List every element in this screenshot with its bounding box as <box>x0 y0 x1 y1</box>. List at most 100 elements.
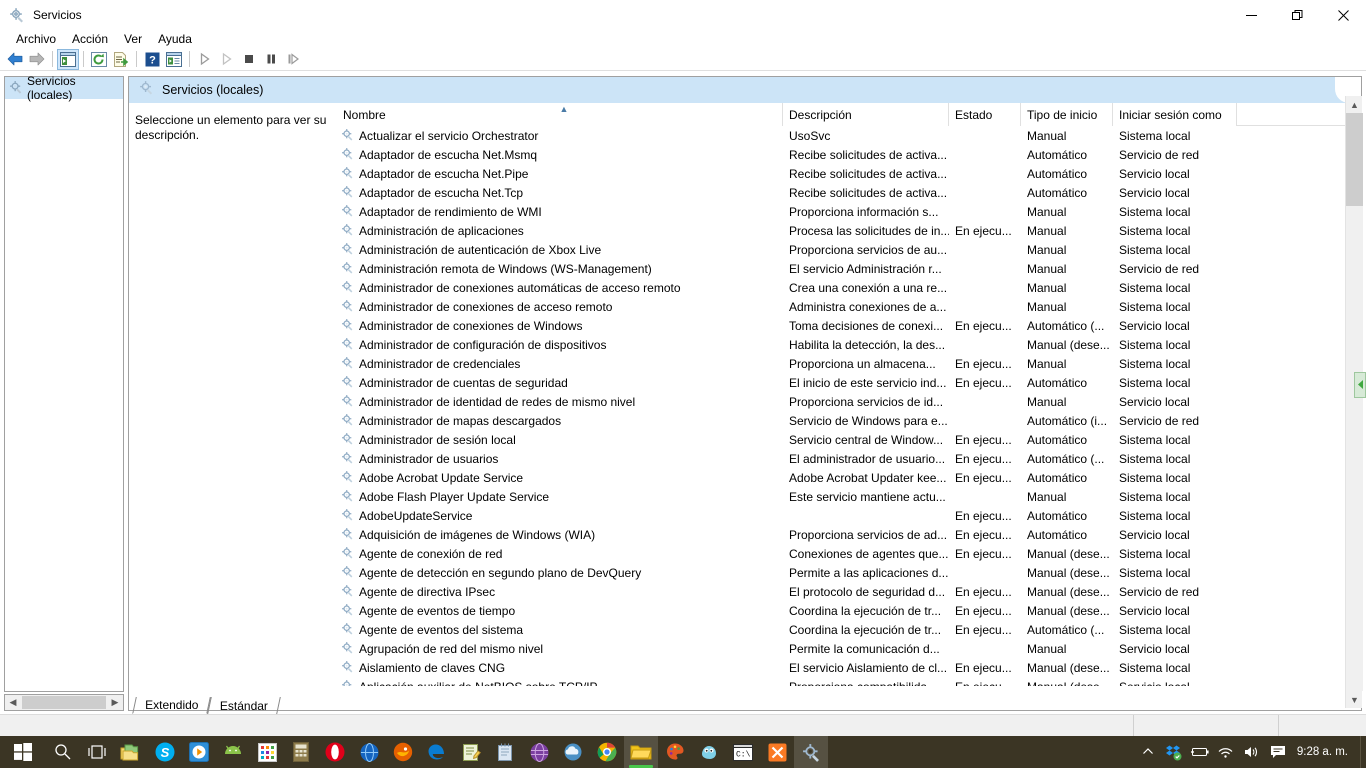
collapse-pane-tab[interactable] <box>1354 372 1366 398</box>
resume-service-button[interactable] <box>216 49 238 70</box>
table-row[interactable]: Administrador de sesión local Servicio ce… <box>337 430 1361 449</box>
table-row[interactable]: Agente de directiva IPsec El protocolo de… <box>337 582 1361 601</box>
table-row[interactable]: Agente de detección en segundo plano de … <box>337 563 1361 582</box>
app-grid[interactable] <box>250 736 284 768</box>
list-vertical-scrollbar[interactable]: ▲ ▼ <box>1345 96 1363 708</box>
tree-item-servicios-locales[interactable]: Servicios (locales) <box>5 74 123 102</box>
dropbox-tray-icon[interactable] <box>1161 736 1187 768</box>
gimp-app[interactable] <box>692 736 726 768</box>
table-row[interactable]: Administrador de conexiones de acceso re… <box>337 297 1361 316</box>
table-row[interactable]: Adaptador de rendimiento de WMI Proporcio… <box>337 202 1361 221</box>
table-row[interactable]: Agente de eventos del sistema Coordina la… <box>337 620 1361 639</box>
refresh-button[interactable] <box>88 49 110 70</box>
table-row[interactable]: Adquisición de imágenes de Windows (WIA)… <box>337 525 1361 544</box>
scroll-right-arrow-icon[interactable]: ▶ <box>107 695 123 710</box>
table-row[interactable]: Administración remota de Windows (WS-Man… <box>337 259 1361 278</box>
start-button[interactable] <box>0 736 46 768</box>
stop-service-button[interactable] <box>238 49 260 70</box>
skype-app[interactable]: S <box>148 736 182 768</box>
scroll-left-arrow-icon[interactable]: ◀ <box>5 695 21 710</box>
scroll-track[interactable] <box>1346 113 1363 691</box>
file-explorer-active[interactable] <box>624 736 658 768</box>
chrome-browser[interactable] <box>590 736 624 768</box>
table-row[interactable]: Adaptador de escucha Net.Pipe Recibe soli… <box>337 164 1361 183</box>
command-prompt[interactable]: C:\ <box>726 736 760 768</box>
media-player-app[interactable] <box>182 736 216 768</box>
android-studio-app[interactable] <box>216 736 250 768</box>
table-row[interactable]: Administrador de configuración de dispos… <box>337 335 1361 354</box>
search-button[interactable] <box>46 736 80 768</box>
tab-estandar[interactable]: Estándar <box>207 697 282 714</box>
table-row[interactable]: Administración de aplicaciones Procesa la… <box>337 221 1361 240</box>
notes-app[interactable] <box>454 736 488 768</box>
tree-horizontal-scrollbar[interactable]: ◀ ▶ <box>4 694 124 711</box>
forward-button[interactable] <box>26 49 48 70</box>
file-explorer-pinned[interactable] <box>114 736 148 768</box>
help-button[interactable]: ? <box>141 49 163 70</box>
show-hide-tree-button[interactable] <box>57 48 79 70</box>
table-row[interactable]: Actualizar el servicio Orchestrator UsoSv… <box>337 126 1361 145</box>
purple-sphere-app[interactable] <box>522 736 556 768</box>
calculator-app[interactable] <box>284 736 318 768</box>
table-row[interactable]: Agente de conexión de red Conexiones de a… <box>337 544 1361 563</box>
notepad-app[interactable] <box>488 736 522 768</box>
table-row[interactable]: Adaptador de escucha Net.Tcp Recibe solic… <box>337 183 1361 202</box>
volume-tray-icon[interactable] <box>1239 736 1265 768</box>
cloud-app[interactable] <box>556 736 590 768</box>
network-tray-icon[interactable] <box>1213 736 1239 768</box>
table-row[interactable]: Administrador de conexiones automáticas … <box>337 278 1361 297</box>
export-list-button[interactable] <box>110 49 132 70</box>
paint-app[interactable] <box>658 736 692 768</box>
task-view-button[interactable] <box>80 736 114 768</box>
firefox-browser[interactable] <box>386 736 420 768</box>
table-row[interactable]: AdobeUpdateService En ejecu... Automático S… <box>337 506 1361 525</box>
table-row[interactable]: Administrador de usuarios El administrado… <box>337 449 1361 468</box>
minimize-button[interactable] <box>1228 0 1274 30</box>
scroll-thumb[interactable] <box>1346 113 1363 206</box>
table-row[interactable]: Administración de autenticación de Xbox … <box>337 240 1361 259</box>
column-header-estado[interactable]: Estado <box>949 103 1021 126</box>
blue-globe-app[interactable] <box>352 736 386 768</box>
table-row[interactable]: Administrador de identidad de redes de m… <box>337 392 1361 411</box>
table-row[interactable]: Adobe Flash Player Update Service Este se… <box>337 487 1361 506</box>
xampp-app[interactable] <box>760 736 794 768</box>
properties-button[interactable] <box>163 49 185 70</box>
menu-accion[interactable]: Acción <box>64 31 116 47</box>
table-row[interactable]: Adaptador de escucha Net.Msmq Recibe soli… <box>337 145 1361 164</box>
table-row[interactable]: Administrador de mapas descargados Servic… <box>337 411 1361 430</box>
column-header-nombre[interactable]: Nombre ▲ <box>337 103 783 126</box>
tab-extendido[interactable]: Extendido <box>132 697 212 714</box>
action-center-icon[interactable] <box>1265 736 1291 768</box>
table-row[interactable]: Aislamiento de claves CNG El servicio Ais… <box>337 658 1361 677</box>
column-header-tipo-de-inicio[interactable]: Tipo de inicio <box>1021 103 1113 126</box>
column-header-descripcion[interactable]: Descripción <box>783 103 949 126</box>
table-row[interactable]: Agente de eventos de tiempo Coordina la e… <box>337 601 1361 620</box>
start-service-button[interactable] <box>194 49 216 70</box>
menu-ver[interactable]: Ver <box>116 31 150 47</box>
opera-browser[interactable] <box>318 736 352 768</box>
cell-descripcion: Proporciona compatibilida... <box>783 677 949 687</box>
menu-ayuda[interactable]: Ayuda <box>150 31 200 47</box>
maximize-button[interactable] <box>1274 0 1320 30</box>
scroll-thumb[interactable] <box>22 696 106 709</box>
table-row[interactable]: Administrador de credenciales Proporciona… <box>337 354 1361 373</box>
table-row[interactable]: Administrador de cuentas de seguridad El … <box>337 373 1361 392</box>
battery-tray-icon[interactable] <box>1187 736 1213 768</box>
table-row[interactable]: Administrador de conexiones de Windows To… <box>337 316 1361 335</box>
restart-service-button[interactable] <box>282 49 304 70</box>
menu-archivo[interactable]: Archivo <box>8 31 64 47</box>
table-row[interactable]: Agrupación de red del mismo nivel Permite… <box>337 639 1361 658</box>
scroll-up-arrow-icon[interactable]: ▲ <box>1346 96 1363 113</box>
table-row[interactable]: Adobe Acrobat Update Service Adobe Acroba… <box>337 468 1361 487</box>
taskbar-clock[interactable]: 9:28 a. m. <box>1291 746 1360 758</box>
edge-legacy-app[interactable] <box>420 736 454 768</box>
pause-service-button[interactable] <box>260 49 282 70</box>
show-hidden-icons-button[interactable] <box>1135 736 1161 768</box>
table-row[interactable]: Aplicación auxiliar de NetBIOS sobre TCP… <box>337 677 1361 686</box>
services-app-active[interactable] <box>794 736 828 768</box>
cell-nombre: Actualizar el servicio Orchestrator <box>337 126 783 145</box>
close-button[interactable] <box>1320 0 1366 30</box>
show-desktop-button[interactable] <box>1360 736 1366 768</box>
column-header-iniciar-sesion-como[interactable]: Iniciar sesión como <box>1113 103 1237 126</box>
back-button[interactable] <box>4 49 26 70</box>
